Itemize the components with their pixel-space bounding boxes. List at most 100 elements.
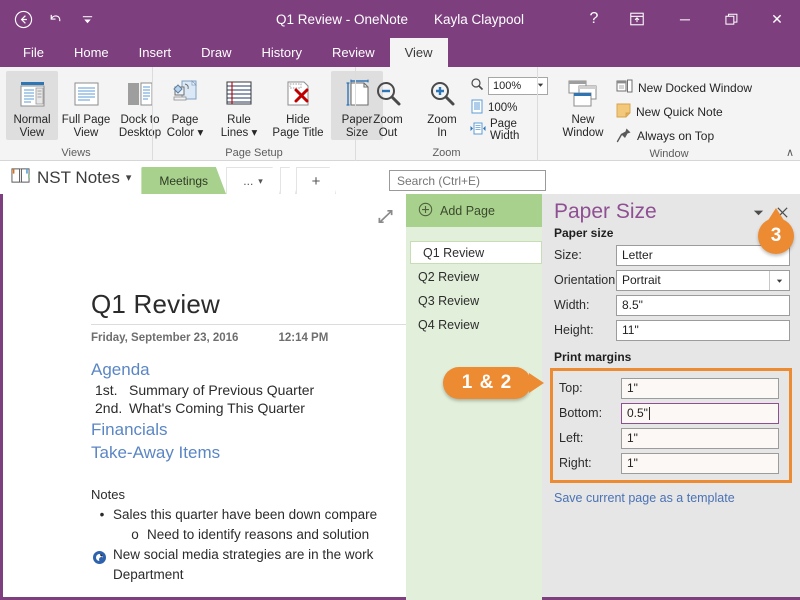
bottom-margin-value: 0.5" bbox=[627, 406, 648, 420]
tab-file[interactable]: File bbox=[8, 38, 59, 67]
hide-page-title-label-2: Page Title bbox=[272, 127, 324, 139]
section-more-label: ... bbox=[243, 174, 254, 188]
tab-draw[interactable]: Draw bbox=[186, 38, 246, 67]
page-timestamp: Friday, September 23, 2016 12:14 PM bbox=[91, 332, 421, 344]
rule-lines-icon bbox=[222, 74, 256, 114]
help-button[interactable]: ? bbox=[578, 0, 610, 38]
hide-page-title-button[interactable]: Hide Page Title bbox=[267, 71, 329, 140]
zoom-level-value: 100% bbox=[493, 79, 522, 92]
height-label: Height: bbox=[554, 323, 594, 337]
task-pane-title: Paper Size bbox=[554, 200, 657, 223]
chevron-down-icon[interactable] bbox=[769, 270, 789, 290]
window-title: Q1 Review - OneNote bbox=[275, 11, 408, 27]
section-tab-meetings[interactable]: Meetings bbox=[141, 167, 227, 194]
quick-access-more-icon[interactable] bbox=[72, 5, 102, 33]
zoom-in-button[interactable]: Zoom In bbox=[416, 71, 468, 140]
page-color-button[interactable]: Page Color ▾ bbox=[159, 71, 211, 140]
bottom-margin-input[interactable]: 0.5" bbox=[621, 402, 779, 424]
ribbon-tab-strip: File Home Insert Draw History Review Vie… bbox=[0, 38, 800, 67]
callout-step-1-and-2-label: 1 & 2 bbox=[461, 372, 513, 393]
full-page-view-label-2: View bbox=[73, 127, 99, 139]
zoom-100-label: 100% bbox=[488, 101, 518, 114]
text-cursor bbox=[648, 406, 650, 420]
note-container-handle[interactable] bbox=[93, 551, 106, 564]
notebook-caret-icon[interactable]: ▾ bbox=[126, 171, 132, 184]
notebook-selector[interactable]: NST Notes ▾ bbox=[0, 161, 141, 194]
left-margin-input[interactable]: 1" bbox=[621, 427, 779, 449]
top-margin-input[interactable]: 1" bbox=[621, 377, 779, 399]
right-margin-input[interactable]: 1" bbox=[621, 452, 779, 474]
minimize-button[interactable]: ─ bbox=[662, 0, 708, 38]
page-list-item-q2[interactable]: Q2 Review bbox=[406, 266, 542, 288]
tab-insert[interactable]: Insert bbox=[124, 38, 187, 67]
zoom-out-icon bbox=[372, 74, 404, 114]
notebook-icon bbox=[10, 166, 31, 190]
account-name[interactable]: Kayla Claypool bbox=[434, 12, 524, 27]
new-window-icon bbox=[565, 74, 601, 114]
ribbon-display-options-icon[interactable] bbox=[620, 0, 654, 38]
page-color-label-1: Page bbox=[171, 114, 199, 126]
page-list-spacer bbox=[406, 227, 542, 239]
ribbon: Normal View Full Page View Dock to Deskt… bbox=[0, 67, 800, 161]
tab-view[interactable]: View bbox=[389, 38, 448, 67]
full-page-view-button[interactable]: Full Page View bbox=[60, 71, 112, 140]
restore-button[interactable] bbox=[708, 0, 754, 38]
back-circle-icon[interactable] bbox=[8, 5, 38, 33]
page-color-icon bbox=[168, 74, 202, 114]
hide-page-title-icon bbox=[281, 74, 315, 114]
page-title[interactable]: Q1 Review bbox=[91, 289, 421, 320]
page-list-item-q1[interactable]: Q1 Review bbox=[410, 241, 542, 264]
tab-history[interactable]: History bbox=[247, 38, 317, 67]
agenda-item-1: 1st. Summary of Previous Quarter bbox=[91, 382, 421, 398]
bullet-marker: o bbox=[131, 527, 139, 542]
add-page-icon bbox=[418, 202, 433, 220]
page-canvas[interactable]: Q1 Review Friday, September 23, 2016 12:… bbox=[0, 194, 415, 600]
size-field-row: Size: Letter bbox=[554, 244, 790, 266]
normal-view-icon bbox=[15, 74, 49, 114]
agenda-item-2-text: What's Coming This Quarter bbox=[129, 400, 305, 416]
search-input[interactable] bbox=[395, 172, 540, 189]
page-list-item-q3[interactable]: Q3 Review bbox=[406, 290, 542, 312]
orientation-combobox[interactable]: Portrait bbox=[616, 269, 790, 291]
always-on-top-button[interactable]: Always on Top bbox=[616, 125, 752, 147]
new-quick-note-button[interactable]: New Quick Note bbox=[616, 101, 752, 123]
task-pane-header: Paper Size bbox=[542, 194, 800, 224]
section-stack-decoration bbox=[280, 167, 297, 194]
undo-icon[interactable] bbox=[40, 5, 70, 33]
add-section-button[interactable]: + bbox=[296, 167, 337, 194]
save-as-template-link[interactable]: Save current page as a template bbox=[542, 483, 800, 505]
note-bullet-4: Department bbox=[91, 567, 421, 582]
zoom-in-icon bbox=[426, 74, 458, 114]
zoom-in-label-2: In bbox=[437, 127, 447, 139]
window-commands: New Docked Window New Quick Note Always … bbox=[616, 71, 752, 147]
top-margin-label: Top: bbox=[559, 381, 583, 395]
add-page-button[interactable]: Add Page bbox=[406, 194, 542, 227]
close-button[interactable]: ✕ bbox=[754, 0, 800, 38]
section-more-button[interactable]: ... ▾ bbox=[226, 167, 281, 194]
rule-lines-button[interactable]: Rule Lines ▾ bbox=[213, 71, 265, 140]
ribbon-group-page-setup-label: Page Setup bbox=[225, 147, 283, 159]
new-docked-window-button[interactable]: New Docked Window bbox=[616, 77, 752, 99]
agenda-item-2-number: 2nd. bbox=[95, 400, 123, 416]
full-page-view-arrow-icon[interactable] bbox=[377, 208, 394, 228]
page-list-item-q4[interactable]: Q4 Review bbox=[406, 314, 542, 336]
new-window-button[interactable]: New Window bbox=[552, 71, 614, 140]
tab-review[interactable]: Review bbox=[317, 38, 390, 67]
zoom-out-button[interactable]: Zoom Out bbox=[362, 71, 414, 140]
callout-step-3: 3 bbox=[758, 208, 794, 254]
page-color-label-2: Color ▾ bbox=[166, 127, 204, 139]
hide-page-title-label-1: Hide bbox=[286, 114, 310, 126]
bullet-marker bbox=[91, 567, 113, 582]
right-margin-row: Right: 1" bbox=[559, 452, 779, 474]
search-box[interactable] bbox=[389, 170, 546, 191]
collapse-ribbon-button[interactable]: ∧ bbox=[786, 146, 794, 159]
always-on-top-label: Always on Top bbox=[637, 129, 715, 143]
width-input[interactable]: 8.5" bbox=[616, 294, 790, 316]
tab-home[interactable]: Home bbox=[59, 38, 124, 67]
width-label: Width: bbox=[554, 298, 590, 312]
note-bullet-1-text: Sales this quarter have been down compar… bbox=[113, 507, 378, 522]
full-page-view-icon bbox=[69, 74, 103, 114]
normal-view-button[interactable]: Normal View bbox=[6, 71, 58, 140]
rule-lines-label-2: Lines ▾ bbox=[220, 127, 258, 139]
height-input[interactable]: 11" bbox=[616, 319, 790, 341]
